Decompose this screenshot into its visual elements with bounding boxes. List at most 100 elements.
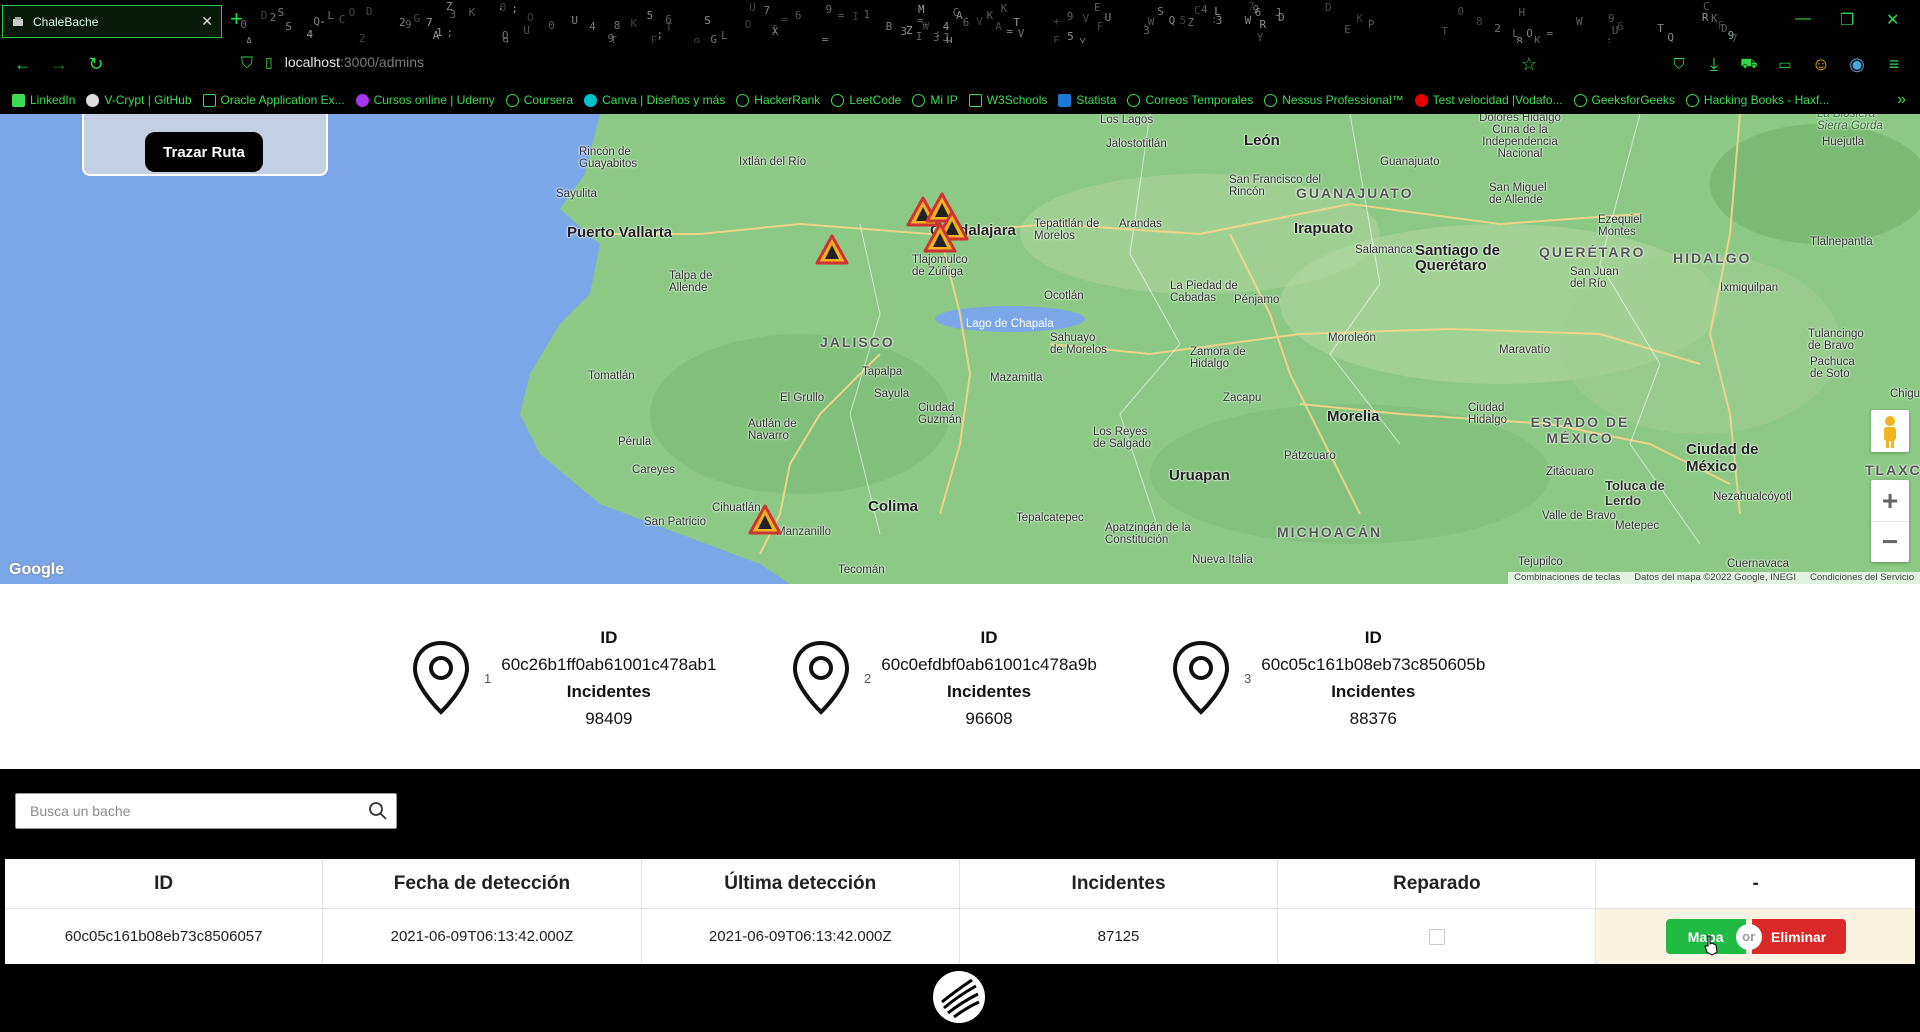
matrix-glyph: Z (445, 0, 453, 14)
map-label: MICHOACÁN (1277, 524, 1383, 540)
zoom-out-icon[interactable]: − (1871, 521, 1909, 562)
bookmark-item[interactable]: V-Crypt | GitHub (86, 93, 192, 107)
matrix-glyph: S (1157, 5, 1164, 19)
bookmark-item[interactable]: GeeksforGeeks (1573, 93, 1675, 107)
tab-close-icon[interactable]: ✕ (201, 13, 213, 30)
street-view-pegman-icon[interactable] (1871, 410, 1909, 452)
map-label: Ezequiel Montes (1598, 214, 1643, 238)
downloads-icon[interactable]: ⤓ (1703, 53, 1725, 75)
or-divider: or (1735, 923, 1762, 950)
new-tab-icon[interactable]: + (230, 7, 243, 31)
pothole-marker-icon[interactable] (748, 504, 782, 536)
emoji-extension-icon[interactable]: ☺ (1810, 53, 1832, 75)
column-header-last-detection[interactable]: Última detección (641, 859, 960, 909)
globe-icon (1685, 93, 1699, 107)
map-label: Salamanca (1355, 244, 1413, 256)
map-label: Sayulita (556, 188, 597, 200)
location-pin-icon (792, 640, 850, 715)
table-header-row: ID Fecha de detección Última detección I… (5, 859, 1915, 909)
map-label: Manzanillo (776, 526, 831, 538)
top-pothole-card[interactable]: 2 ID 60c0efdbf0ab61001c478a9b Incidentes… (790, 624, 1097, 732)
top-pothole-card[interactable]: 1 ID 60c26b1ff0ab61001c478ab1 Incidentes… (410, 624, 716, 732)
bookmark-item[interactable]: Hacking Books - Haxf... (1685, 93, 1829, 107)
pothole-marker-icon[interactable] (815, 234, 849, 266)
bookmark-item[interactable]: Cursos online | Udemy (355, 93, 495, 107)
map-label: Zamora de Hidalgo (1190, 346, 1246, 370)
reload-icon[interactable]: ↻ (85, 53, 107, 75)
matrix-glyph: S (277, 5, 285, 19)
matrix-glyph: V (1017, 27, 1025, 41)
shield-icon[interactable]: ⛉ (236, 53, 258, 75)
column-header-first-detection[interactable]: Fecha de detección (323, 859, 642, 909)
bookmark-item[interactable]: LinkedIn (12, 93, 75, 107)
minimize-icon[interactable]: — (1795, 10, 1811, 28)
keyboard-shortcuts-link[interactable]: Combinaciones de teclas (1514, 572, 1620, 584)
matrix-glyph: ; (446, 26, 453, 40)
github-icon (86, 93, 100, 107)
map-label: El Grullo (780, 392, 825, 404)
search-input[interactable] (16, 794, 356, 828)
matrix-glyph: 8 (613, 18, 621, 32)
profile-icon[interactable]: ◉ (1846, 53, 1868, 75)
matrix-glyph: 7 (763, 3, 771, 17)
matrix-glyph: H (1518, 6, 1526, 20)
column-header-id[interactable]: ID (5, 859, 324, 909)
browser-tab[interactable]: ChaleBache ✕ (2, 5, 222, 38)
back-icon[interactable]: ← (12, 53, 34, 75)
pothole-marker-icon[interactable] (923, 222, 957, 254)
bookmark-item[interactable]: Correos Temporales (1127, 93, 1253, 107)
window-close-icon[interactable]: ✕ (1886, 10, 1899, 30)
bookmark-item[interactable]: Canva | Diseños y más (584, 93, 725, 107)
terms-link[interactable]: Condiciones del Servicio (1810, 572, 1914, 584)
repaired-checkbox[interactable] (1428, 928, 1445, 945)
bookmark-item[interactable]: Oracle Application Ex... (202, 93, 345, 107)
bookmark-item[interactable]: Nessus Professional™ (1264, 93, 1404, 107)
map-label: Valle de Bravo (1542, 510, 1616, 522)
pothole-id: 60c26b1ff0ab61001c478ab1 (501, 655, 717, 674)
delete-button[interactable]: Eliminar (1751, 919, 1846, 954)
matrix-glyph: 5 (1067, 29, 1074, 43)
rank-number: 2 (864, 670, 872, 686)
search-icon[interactable] (368, 801, 388, 821)
column-header-repaired[interactable]: Reparado (1278, 859, 1597, 909)
bookmark-label: Nessus Professional™ (1282, 93, 1404, 107)
extension-icon[interactable]: ⛟ (1738, 53, 1760, 75)
bookmark-item[interactable]: W3Schools (968, 93, 1047, 107)
pocket-icon[interactable]: ⛉ (1668, 53, 1690, 75)
cell-last-detection: 2021-06-09T06:13:42.000Z (642, 909, 960, 964)
extension-icon[interactable]: ▭ (1774, 53, 1796, 75)
map-label: Metepec (1615, 520, 1660, 532)
map-label: Guanajuato (1380, 156, 1440, 168)
bookmark-item[interactable]: HackerRank (736, 93, 820, 107)
matrix-glyph: K (630, 17, 638, 31)
matrix-glyph: K (1000, 1, 1008, 15)
page-info-icon[interactable]: ▯ (265, 54, 273, 70)
matrix-glyph: W (1244, 14, 1252, 28)
bookmark-item[interactable]: Coursera (505, 93, 573, 107)
cell-actions: Mapa or Eliminar (1596, 909, 1915, 964)
address-bar[interactable]: ▯ localhost:3000/admins (265, 54, 424, 71)
restore-icon[interactable]: ❐ (1840, 10, 1854, 30)
bookmark-item[interactable]: Mi IP (912, 93, 958, 107)
google-logo: Google (9, 561, 65, 578)
matrix-glyph: U (749, 0, 756, 14)
matrix-glyph: G (413, 11, 421, 25)
bookmark-item[interactable]: LeetCode (831, 93, 901, 107)
matrix-glyph: K (986, 9, 994, 23)
forward-icon[interactable]: → (48, 53, 70, 75)
map-label: Tapalpa (862, 366, 903, 378)
bookmark-star-icon[interactable]: ☆ (1518, 53, 1540, 75)
bookmark-item[interactable]: Test velocidad |Vodafo... (1414, 93, 1563, 107)
matrix-glyph: 0 (548, 18, 555, 32)
zoom-in-icon[interactable]: + (1871, 480, 1909, 521)
trace-route-button[interactable]: Trazar Ruta (145, 132, 263, 172)
location-pin-icon (412, 640, 470, 715)
more-bookmarks-icon[interactable]: » (1897, 91, 1906, 109)
bookmark-item[interactable]: Statista (1058, 93, 1116, 107)
map-label: Apatzingán de la Constitución (1105, 522, 1191, 546)
menu-icon[interactable]: ≡ (1883, 53, 1905, 75)
globe-icon (831, 93, 845, 107)
map-view[interactable]: Guadalajara Puerto Vallarta Colima León … (0, 114, 1920, 584)
top-pothole-card[interactable]: 3 ID 60c05c161b08eb73c850605b Incidentes… (1170, 624, 1485, 732)
column-header-incidents[interactable]: Incidentes (959, 859, 1279, 909)
